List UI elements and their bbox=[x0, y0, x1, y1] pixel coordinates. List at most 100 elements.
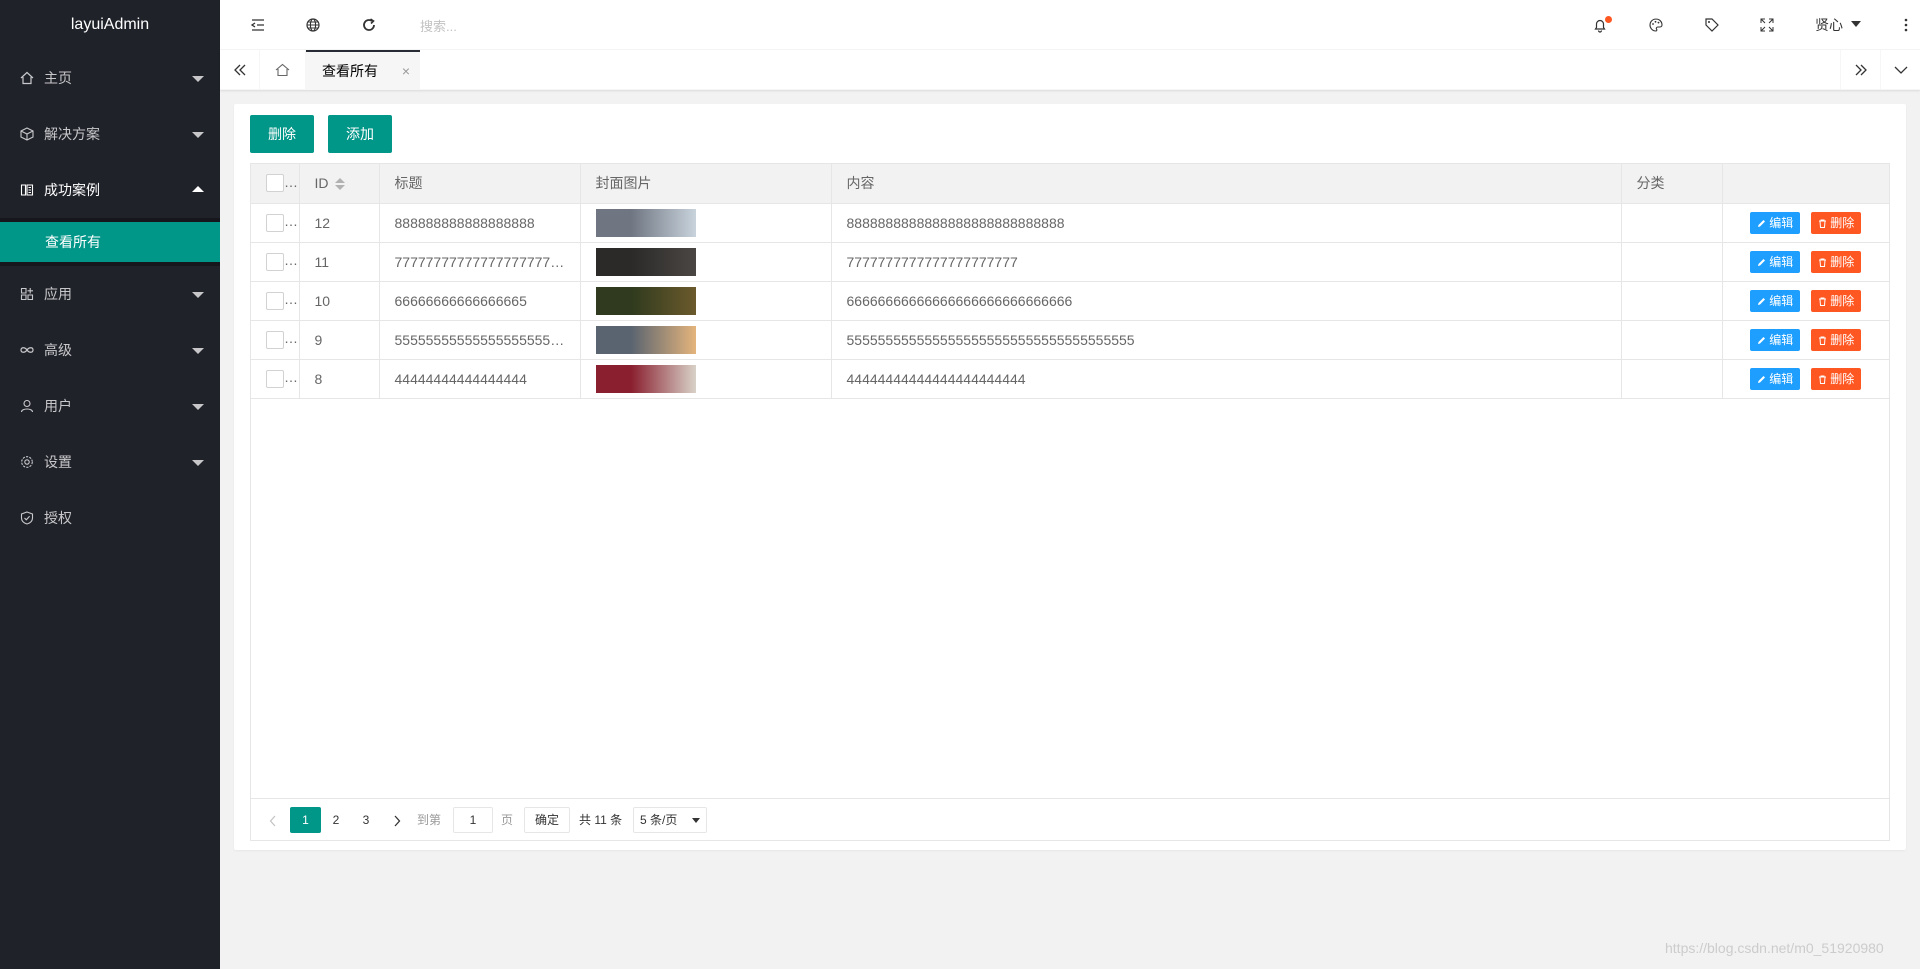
app-logo[interactable]: layuiAdmin bbox=[0, 0, 220, 50]
chevron-down-icon bbox=[192, 404, 204, 410]
sort-icon[interactable] bbox=[334, 177, 345, 191]
sidebar-item-cases[interactable]: 成功案例 bbox=[0, 162, 220, 218]
edit-button[interactable]: 编辑 bbox=[1750, 328, 1801, 351]
search-input[interactable] bbox=[420, 13, 670, 39]
row-checkbox-cell[interactable] bbox=[251, 281, 300, 321]
row-checkbox-cell[interactable] bbox=[251, 242, 300, 282]
add-button[interactable]: 添加 bbox=[328, 115, 392, 153]
cell-content: 66666666666666666666666666666 bbox=[831, 281, 1622, 321]
refresh-icon[interactable] bbox=[349, 0, 389, 50]
sidebar-item-settings[interactable]: 设置 bbox=[0, 434, 220, 490]
row-checkbox[interactable] bbox=[266, 369, 284, 388]
page-3[interactable]: 3 bbox=[351, 807, 381, 833]
sidebar-item-senior[interactable]: 高级 bbox=[0, 322, 220, 378]
cell-id: 11 bbox=[299, 242, 380, 282]
page-1[interactable]: 1 bbox=[290, 807, 321, 833]
edit-icon bbox=[1758, 336, 1766, 344]
sidebar-item-users[interactable]: 用户 bbox=[0, 378, 220, 434]
sidebar-item-label: 解决方案 bbox=[44, 126, 100, 142]
bell-icon[interactable] bbox=[1580, 0, 1620, 50]
select-all-checkbox[interactable] bbox=[266, 174, 284, 193]
tabs-scroll-left-icon[interactable] bbox=[220, 50, 260, 90]
sidebar: layuiAdmin 主页 解决方案 成功案例 查看所有 应用 高级 用户 设置 bbox=[0, 0, 220, 969]
delete-button[interactable]: 删除 bbox=[1811, 367, 1862, 390]
row-checkbox[interactable] bbox=[266, 213, 284, 232]
table-row: 11 7777777777777777777777 7777777777777777… bbox=[251, 242, 1889, 282]
data-table: ID 标题 封面图片 内容 分类 12 888888888888888888 888… bbox=[250, 163, 1890, 841]
row-checkbox[interactable] bbox=[266, 291, 284, 310]
user-icon bbox=[20, 399, 34, 413]
senior-icon bbox=[20, 343, 34, 357]
cell-title: 55555555555555555555555 bbox=[379, 320, 581, 360]
chevron-down-icon bbox=[192, 348, 204, 354]
page-2[interactable]: 2 bbox=[321, 807, 351, 833]
row-checkbox-cell[interactable] bbox=[251, 203, 300, 243]
row-checkbox-cell[interactable] bbox=[251, 320, 300, 360]
cell-content: 44444444444444444444444 bbox=[831, 359, 1622, 399]
user-menu[interactable]: 贤心 bbox=[1815, 0, 1843, 50]
trash-icon bbox=[1819, 336, 1827, 345]
delete-button[interactable]: 删除 bbox=[1811, 289, 1862, 312]
row-checkbox-cell[interactable] bbox=[251, 359, 300, 399]
tab-label: 查看所有 bbox=[322, 63, 378, 79]
edit-button[interactable]: 编辑 bbox=[1750, 250, 1801, 273]
delete-button[interactable]: 删除 bbox=[1811, 250, 1862, 273]
select-all-checkbox-cell[interactable] bbox=[251, 164, 300, 204]
page-size-select[interactable]: 5 条/页 bbox=[633, 807, 707, 833]
more-icon[interactable] bbox=[1892, 0, 1920, 50]
trash-icon bbox=[1819, 297, 1827, 306]
cover-thumbnail[interactable] bbox=[595, 364, 696, 393]
sidebar-item-apps[interactable]: 应用 bbox=[0, 266, 220, 322]
delete-button[interactable]: 删除 bbox=[1811, 211, 1862, 234]
goto-page-input[interactable]: 1 bbox=[453, 807, 493, 833]
page-unit-label: 页 bbox=[501, 813, 514, 827]
trash-icon bbox=[1819, 375, 1827, 384]
row-checkbox[interactable] bbox=[266, 330, 284, 349]
shrink-menu-icon[interactable] bbox=[238, 0, 278, 50]
delete-button[interactable]: 删除 bbox=[1811, 328, 1862, 351]
theme-icon[interactable] bbox=[1636, 0, 1676, 50]
home-tab-icon[interactable] bbox=[260, 50, 306, 90]
batch-delete-button[interactable]: 删除 bbox=[250, 115, 314, 153]
sidebar-subitem-view-all[interactable]: 查看所有 bbox=[0, 222, 220, 262]
edit-button[interactable]: 编辑 bbox=[1750, 367, 1801, 390]
fullscreen-icon[interactable] bbox=[1747, 0, 1787, 50]
edit-button[interactable]: 编辑 bbox=[1750, 211, 1801, 234]
row-checkbox[interactable] bbox=[266, 252, 284, 271]
cover-thumbnail[interactable] bbox=[595, 208, 696, 237]
cell-id: 9 bbox=[299, 320, 380, 360]
cover-thumbnail[interactable] bbox=[595, 247, 696, 276]
tab-view-all[interactable]: 查看所有 × bbox=[306, 50, 420, 90]
sidebar-item-label: 用户 bbox=[44, 398, 72, 414]
cover-thumbnail[interactable] bbox=[595, 325, 696, 354]
column-header-id[interactable]: ID bbox=[299, 164, 380, 204]
sidebar-item-label: 应用 bbox=[44, 286, 72, 302]
next-page-icon[interactable] bbox=[385, 807, 409, 833]
page-tabs-bar: 查看所有 × bbox=[220, 50, 1920, 90]
sidebar-item-solutions[interactable]: 解决方案 bbox=[0, 106, 220, 162]
tag-icon[interactable] bbox=[1692, 0, 1732, 50]
cell-id: 8 bbox=[299, 359, 380, 399]
column-header-cover: 封面图片 bbox=[580, 164, 832, 204]
cell-actions: 编辑 删除 bbox=[1722, 320, 1889, 360]
cover-thumbnail[interactable] bbox=[595, 286, 696, 315]
home-icon bbox=[20, 71, 34, 85]
cube-icon bbox=[20, 127, 34, 141]
goto-confirm-button[interactable]: 确定 bbox=[524, 807, 571, 833]
cell-id: 10 bbox=[299, 281, 380, 321]
cell-content: 5555555555555555555555555555555555555 bbox=[831, 320, 1622, 360]
cell-content: 8888888888888888888888888888 bbox=[831, 203, 1622, 243]
chevron-down-icon bbox=[192, 292, 204, 298]
sidebar-item-auth[interactable]: 授权 bbox=[0, 490, 220, 546]
edit-button[interactable]: 编辑 bbox=[1750, 289, 1801, 312]
chevron-down-icon bbox=[192, 132, 204, 138]
tabs-scroll-right-icon[interactable] bbox=[1840, 50, 1880, 90]
cell-cover bbox=[580, 320, 832, 360]
prev-page-icon[interactable] bbox=[261, 807, 285, 833]
close-icon[interactable]: × bbox=[402, 52, 410, 90]
sidebar-item-label: 授权 bbox=[44, 510, 72, 526]
cell-category bbox=[1621, 203, 1723, 243]
sidebar-item-home[interactable]: 主页 bbox=[0, 50, 220, 106]
tabs-menu-chevron-down-icon[interactable] bbox=[1880, 50, 1920, 90]
globe-icon[interactable] bbox=[293, 0, 333, 50]
